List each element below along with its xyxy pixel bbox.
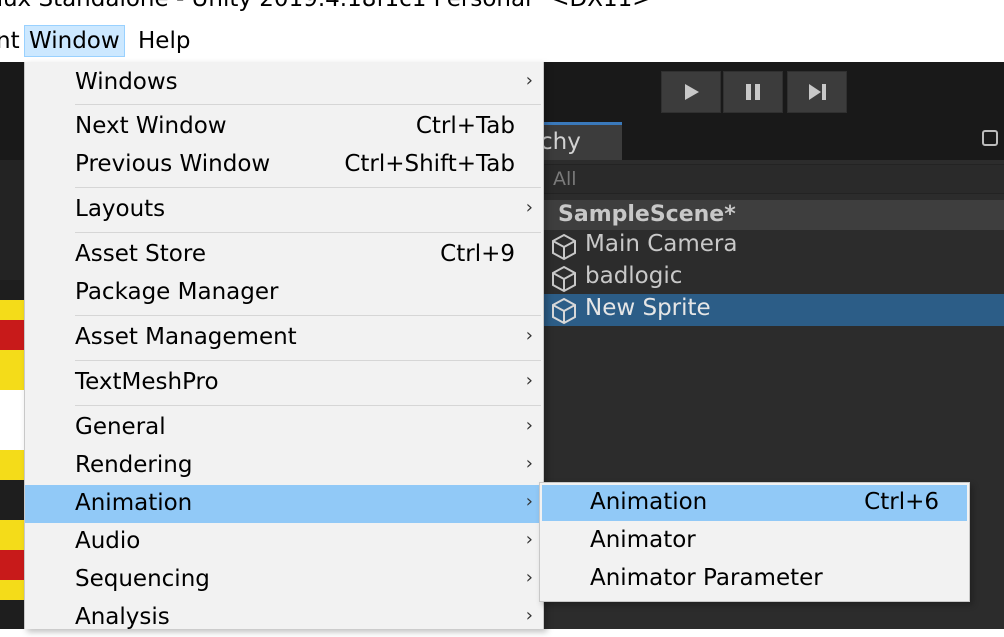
menu-item-asset-store[interactable]: Asset Store Ctrl+9	[25, 236, 543, 274]
scene-name: SampleScene*	[558, 202, 736, 227]
menu-item-label: Layouts	[75, 196, 166, 222]
menu-separator	[75, 315, 541, 316]
pause-icon	[746, 84, 760, 100]
submenu-arrow-icon: ›	[525, 325, 533, 346]
submenu-arrow-icon: ›	[525, 605, 533, 626]
menu-item-label: Asset Store	[75, 241, 206, 267]
step-button[interactable]	[787, 71, 847, 113]
menu-item-label: Asset Management	[75, 324, 297, 350]
menu-bar: nt Window Help	[0, 20, 1004, 62]
menu-item-analysis[interactable]: Analysis ›	[25, 599, 543, 637]
menu-item-shortcut: Ctrl+Shift+Tab	[344, 151, 515, 177]
hierarchy-item[interactable]: Main Camera	[540, 230, 1004, 262]
submenu-arrow-icon: ›	[525, 370, 533, 391]
submenu-arrow-icon: ›	[525, 70, 533, 91]
menu-item-label: Windows	[75, 69, 178, 95]
hierarchy-item-label: badlogic	[585, 263, 683, 289]
submenu-item-label: Animator	[590, 527, 696, 553]
submenu-arrow-icon: ›	[525, 567, 533, 588]
animation-submenu: Animation Ctrl+6 Animator Animator Param…	[539, 482, 970, 602]
play-icon	[685, 84, 699, 100]
menu-item-asset-management[interactable]: Asset Management ›	[25, 319, 543, 357]
menu-item-rendering[interactable]: Rendering ›	[25, 447, 543, 485]
hierarchy-item-selected[interactable]: New Sprite	[540, 294, 1004, 326]
search-placeholder: All	[553, 168, 577, 190]
submenu-arrow-icon: ›	[525, 453, 533, 474]
menu-item-previous-window[interactable]: Previous Window Ctrl+Shift+Tab	[25, 146, 543, 184]
menu-separator	[75, 360, 541, 361]
hierarchy-item-label: New Sprite	[585, 295, 711, 321]
menu-item-label: Sequencing	[75, 566, 210, 592]
menu-separator	[75, 104, 541, 105]
submenu-arrow-icon: ›	[525, 415, 533, 436]
window-title-bar: inux Standalone - Unity 2019.4.18f1c1 Pe…	[0, 0, 1004, 20]
submenu-item-shortcut: Ctrl+6	[864, 489, 939, 515]
menu-item-label: Package Manager	[75, 279, 279, 305]
submenu-item-animator[interactable]: Animator	[542, 523, 967, 559]
play-button[interactable]	[661, 71, 721, 113]
step-icon	[809, 84, 826, 100]
menu-item-label: Analysis	[75, 604, 170, 630]
menu-item-label: Next Window	[75, 113, 227, 139]
hierarchy-search-input[interactable]: All	[542, 164, 1004, 194]
window-title: inux Standalone - Unity 2019.4.18f1c1 Pe…	[0, 0, 652, 12]
gameobject-cube-icon	[552, 233, 576, 261]
menu-item-shortcut: Ctrl+Tab	[415, 113, 515, 139]
submenu-arrow-icon: ›	[525, 491, 533, 512]
gameobject-cube-icon	[552, 265, 576, 293]
lock-icon[interactable]	[982, 130, 998, 146]
menu-item-label: General	[75, 414, 166, 440]
menu-separator	[75, 187, 541, 188]
menu-item-package-manager[interactable]: Package Manager	[25, 274, 543, 312]
menu-item-label: Rendering	[75, 452, 193, 478]
menu-item-label: Animation	[75, 490, 193, 516]
hierarchy-item[interactable]: badlogic	[540, 262, 1004, 294]
menu-item-textmeshpro[interactable]: TextMeshPro ›	[25, 364, 543, 402]
menu-item-audio[interactable]: Audio ›	[25, 523, 543, 561]
pause-button[interactable]	[723, 71, 783, 113]
menu-item-next-window[interactable]: Next Window Ctrl+Tab	[25, 108, 543, 146]
menu-item-general[interactable]: General ›	[25, 409, 543, 447]
tab-hierarchy-label: chy	[540, 129, 581, 155]
submenu-arrow-icon: ›	[525, 529, 533, 550]
scene-sprite-preview	[0, 280, 24, 629]
menu-item-label: TextMeshPro	[75, 369, 219, 395]
menu-separator	[75, 232, 541, 233]
menu-item-animation[interactable]: Animation ›	[25, 485, 543, 523]
menu-item-label: Previous Window	[75, 151, 271, 177]
menu-item-windows[interactable]: Windows ›	[25, 64, 543, 102]
submenu-item-label: Animation	[590, 489, 708, 515]
window-menu-dropdown: Windows › Next Window Ctrl+Tab Previous …	[24, 62, 544, 630]
menu-item-label: Audio	[75, 528, 141, 554]
scene-header[interactable]: SampleScene*	[540, 200, 1004, 230]
menu-item-shortcut: Ctrl+9	[440, 241, 515, 267]
gameobject-cube-icon	[552, 297, 576, 325]
menu-item-layouts[interactable]: Layouts ›	[25, 191, 543, 229]
menu-separator	[75, 405, 541, 406]
submenu-arrow-icon: ›	[525, 197, 533, 218]
menu-component[interactable]: nt	[0, 25, 24, 57]
menu-window[interactable]: Window	[24, 25, 125, 57]
submenu-item-animator-parameter[interactable]: Animator Parameter	[542, 561, 967, 597]
menu-help[interactable]: Help	[134, 25, 194, 57]
submenu-item-label: Animator Parameter	[590, 565, 823, 591]
menu-item-sequencing[interactable]: Sequencing ›	[25, 561, 543, 599]
scene-view-strip	[0, 160, 24, 629]
hierarchy-item-label: Main Camera	[585, 231, 738, 257]
submenu-item-animation[interactable]: Animation Ctrl+6	[542, 485, 967, 521]
